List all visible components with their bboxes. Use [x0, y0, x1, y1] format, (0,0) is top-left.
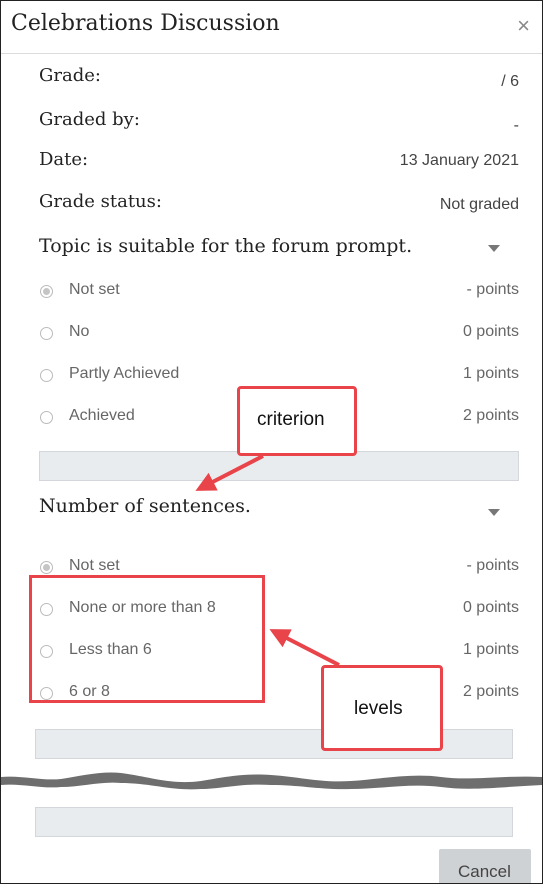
dialog-title: Celebrations Discussion	[11, 11, 280, 36]
levels-annotation-label: levels	[354, 698, 403, 719]
level-points: 1 points	[462, 365, 519, 382]
cancel-button[interactable]: Cancel	[439, 849, 531, 883]
radio-icon[interactable]	[40, 561, 53, 574]
grade-status-row: Grade status: Not graded	[39, 191, 519, 221]
grading-dialog: Celebrations Discussion × Grade: / 6 Gra…	[0, 0, 543, 884]
level-points: 2 points	[462, 683, 519, 700]
torn-edge-divider	[1, 772, 542, 790]
level-points: 0 points	[462, 323, 519, 340]
graded-by-label: Graded by:	[39, 109, 140, 130]
graded-by-value: -	[513, 117, 519, 134]
criterion-annotation-label: criterion	[257, 409, 325, 430]
grade-label: Grade:	[39, 65, 101, 86]
grade-row: Grade: / 6	[39, 65, 519, 95]
level-points: 2 points	[462, 407, 519, 424]
radio-icon[interactable]	[40, 369, 53, 382]
date-value: 13 January 2021	[399, 152, 519, 169]
grade-value: / 6	[501, 73, 519, 90]
radio-icon[interactable]	[40, 285, 53, 298]
grade-status-value: Not graded	[439, 196, 519, 213]
criterion-1-header[interactable]: Topic is suitable for the forum prompt.	[39, 235, 519, 269]
level-points: 1 points	[462, 641, 519, 658]
level-label: Achieved	[69, 407, 135, 424]
criterion-2-name: Number of sentences.	[39, 495, 251, 517]
levels-annotation-box: levels	[321, 665, 443, 751]
criterion-2-header[interactable]: Number of sentences.	[39, 495, 519, 529]
close-icon[interactable]: ×	[517, 15, 530, 37]
level-label: Not set	[69, 557, 120, 574]
radio-icon[interactable]	[40, 327, 53, 340]
chevron-down-icon[interactable]	[488, 245, 500, 252]
level-label: Partly Achieved	[69, 365, 180, 382]
date-row: Date: 13 January 2021	[39, 149, 519, 179]
chevron-down-icon[interactable]	[488, 509, 500, 516]
criterion-annotation-box: criterion	[237, 386, 357, 456]
grade-status-label: Grade status:	[39, 191, 162, 212]
level-label: Not set	[69, 281, 120, 298]
criterion-1-name: Topic is suitable for the forum prompt.	[39, 235, 413, 257]
level-points: - points	[466, 281, 519, 298]
criterion-1-level-not-set[interactable]: Not set - points	[39, 281, 519, 309]
overall-feedback-field[interactable]	[35, 807, 513, 837]
criterion-1-level-no[interactable]: No 0 points	[39, 323, 519, 351]
level-points: 0 points	[462, 599, 519, 616]
radio-icon[interactable]	[40, 411, 53, 424]
level-label: No	[69, 323, 90, 340]
date-label: Date:	[39, 149, 89, 170]
cancel-button-label: Cancel	[458, 862, 511, 881]
levels-highlight-box	[29, 575, 265, 703]
dialog-header: Celebrations Discussion ×	[1, 1, 542, 54]
level-points: - points	[466, 557, 519, 574]
graded-by-row: Graded by: -	[39, 109, 519, 139]
